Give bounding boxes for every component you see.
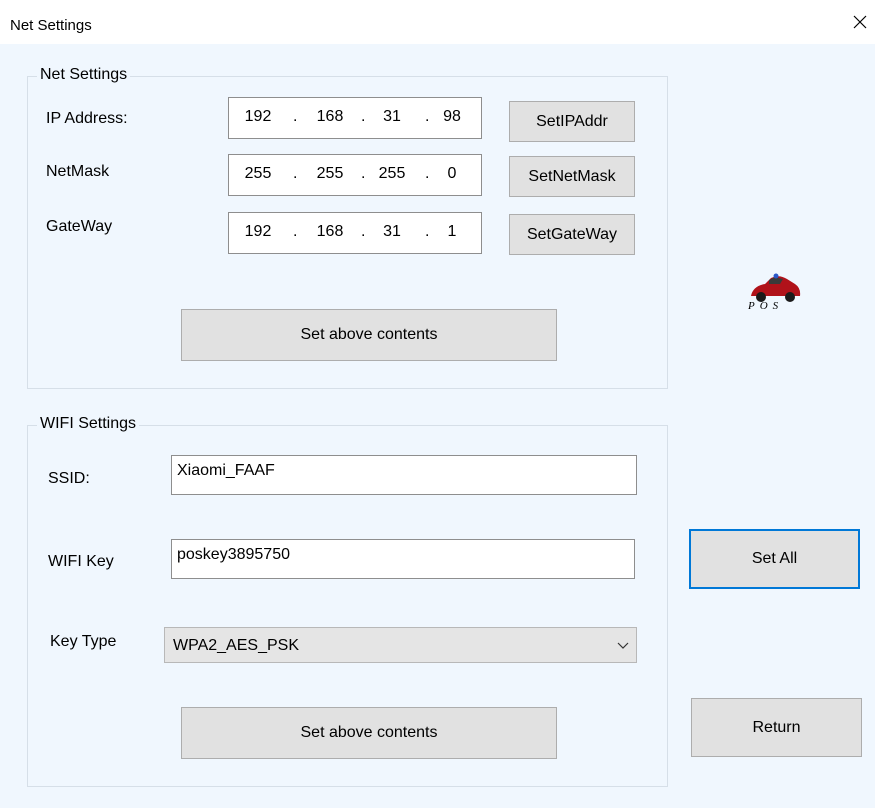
set-all-label: Set All xyxy=(751,550,798,567)
ssid-value: Xiaomi_FAAF xyxy=(177,462,275,479)
mask-dot: . xyxy=(361,165,366,182)
window-title: Net Settings xyxy=(10,17,92,34)
netmask-label: NetMask xyxy=(46,163,110,180)
ip-octet-4[interactable]: 98 xyxy=(431,108,473,126)
key-type-label: Key Type xyxy=(50,633,117,650)
mask-dot: . xyxy=(425,165,430,182)
gw-dot: . xyxy=(361,223,366,240)
ip-dot: . xyxy=(425,108,430,125)
mask-octet-1[interactable]: 255 xyxy=(237,165,279,183)
mask-octet-2[interactable]: 255 xyxy=(309,165,351,183)
ip-octet-2[interactable]: 168 xyxy=(309,108,351,126)
gateway-label: GateWay xyxy=(46,218,113,235)
wifi-set-above-label: Set above contents xyxy=(300,724,438,741)
wifi-settings-legend: WIFI Settings xyxy=(37,415,140,433)
gw-dot: . xyxy=(425,223,430,240)
ssid-label: SSID: xyxy=(48,470,90,487)
set-ip-addr-button[interactable]: SetIPAddr xyxy=(509,101,635,142)
gw-octet-4[interactable]: 1 xyxy=(431,223,473,241)
return-label: Return xyxy=(752,718,801,736)
net-set-above-button[interactable]: Set above contents xyxy=(181,309,557,361)
ip-address-field[interactable]: 192 . 168 . 31 . 98 xyxy=(228,97,482,139)
ip-dot: . xyxy=(293,108,298,125)
set-ip-addr-label: SetIPAddr xyxy=(536,112,608,130)
close-icon xyxy=(853,15,867,29)
close-button[interactable] xyxy=(846,8,874,36)
wifi-key-value: poskey3895750 xyxy=(177,546,290,563)
key-type-select[interactable]: WPA2_AES_PSK xyxy=(164,627,637,663)
net-settings-legend: Net Settings xyxy=(37,66,131,84)
mask-dot: . xyxy=(293,165,298,182)
mask-octet-3[interactable]: 255 xyxy=(371,165,413,183)
pos-logo-text: POS xyxy=(748,300,784,312)
ip-dot: . xyxy=(361,108,366,125)
chevron-down-icon xyxy=(617,642,629,649)
net-set-above-label: Set above contents xyxy=(300,326,438,343)
set-netmask-button[interactable]: SetNetMask xyxy=(509,156,635,197)
wifi-key-label: WIFI Key xyxy=(48,553,114,570)
gw-octet-1[interactable]: 192 xyxy=(237,223,279,241)
netmask-field[interactable]: 255 . 255 . 255 . 0 xyxy=(228,154,482,196)
ip-octet-1[interactable]: 192 xyxy=(237,108,279,126)
set-all-button[interactable]: Set All xyxy=(689,529,860,589)
wifi-key-input[interactable]: poskey3895750 xyxy=(171,539,635,579)
gw-octet-3[interactable]: 31 xyxy=(371,223,413,241)
wifi-set-above-button[interactable]: Set above contents xyxy=(181,707,557,759)
return-button[interactable]: Return xyxy=(691,698,862,757)
gateway-field[interactable]: 192 . 168 . 31 . 1 xyxy=(228,212,482,254)
set-gateway-label: SetGateWay xyxy=(526,225,618,243)
title-bar: Net Settings xyxy=(0,0,875,44)
set-netmask-label: SetNetMask xyxy=(528,167,616,185)
ip-octet-3[interactable]: 31 xyxy=(371,108,413,126)
set-gateway-button[interactable]: SetGateWay xyxy=(509,214,635,255)
gw-octet-2[interactable]: 168 xyxy=(309,223,351,241)
ip-address-label: IP Address: xyxy=(46,110,128,127)
gw-dot: . xyxy=(293,223,298,240)
mask-octet-4[interactable]: 0 xyxy=(431,165,473,183)
ssid-input[interactable]: Xiaomi_FAAF xyxy=(171,455,637,495)
key-type-value: WPA2_AES_PSK xyxy=(173,637,299,654)
